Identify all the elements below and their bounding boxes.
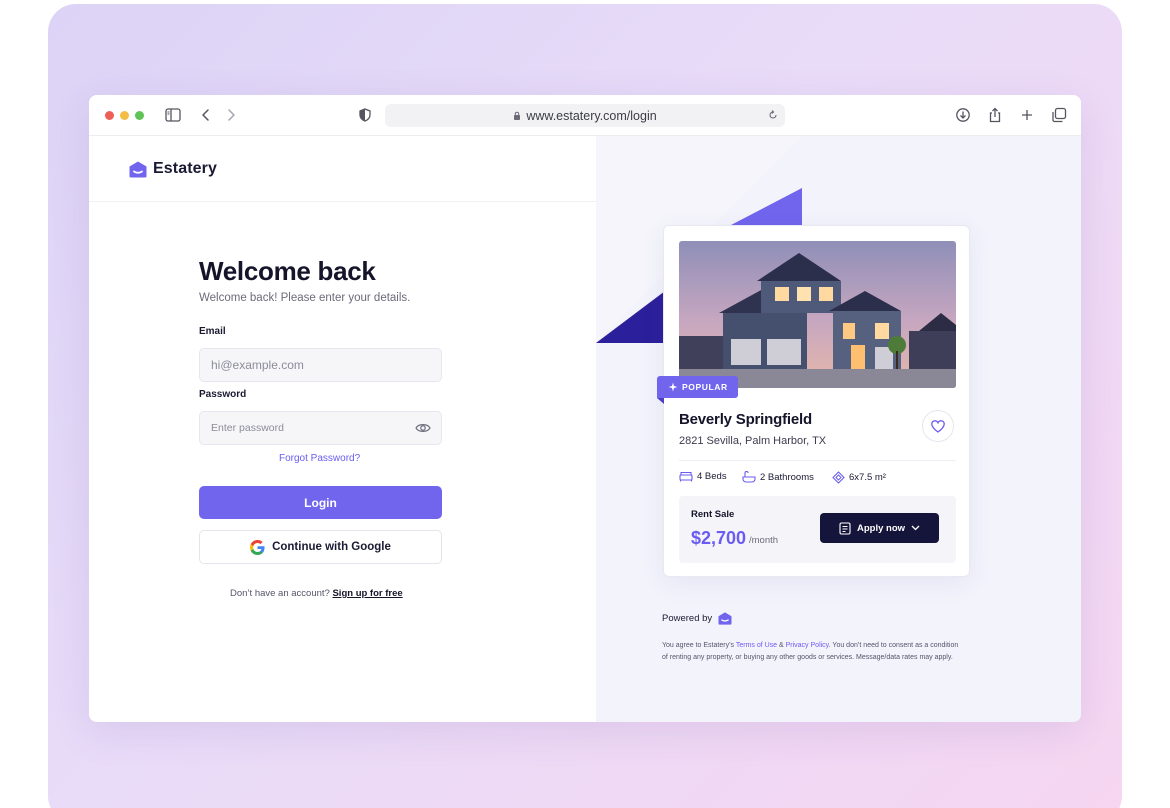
signup-row: Don’t have an account? Sign up for free [230, 588, 403, 599]
header-divider [89, 201, 596, 202]
tabs-icon[interactable] [1050, 106, 1068, 124]
card-divider [679, 460, 956, 461]
powered-by: Powered by [662, 612, 732, 625]
chevron-down-icon [911, 525, 920, 531]
feature-beds-label: 4 Beds [697, 471, 727, 482]
no-account-text: Don’t have an account? [230, 588, 330, 599]
brand-name: Estatery [153, 160, 217, 177]
popular-badge: POPULAR [657, 376, 738, 398]
privacy-link[interactable]: Privacy Policy [786, 642, 829, 649]
bath-icon [742, 471, 756, 483]
email-field[interactable]: hi@example.com [199, 348, 442, 382]
reload-icon[interactable] [767, 107, 779, 123]
sidebar-toggle-icon[interactable] [164, 106, 182, 124]
legal-amp: & [777, 642, 786, 649]
estatery-logo-small [718, 612, 732, 625]
email-label: Email [199, 326, 226, 337]
property-name: Beverly Springfield [679, 411, 812, 428]
feature-area-label: 6x7.5 m² [849, 472, 886, 483]
listing-card[interactable]: POPULAR Beverly Springfield 2821 Sevilla… [657, 225, 970, 577]
close-window-button[interactable] [105, 111, 114, 120]
feature-area: 6x7.5 m² [832, 471, 886, 484]
url-text: www.estatery.com/login [526, 108, 657, 123]
forgot-password-link[interactable]: Forgot Password? [279, 453, 360, 464]
shield-icon[interactable] [356, 106, 374, 124]
password-placeholder: Enter password [211, 422, 284, 434]
rent-label: Rent Sale [691, 509, 735, 520]
powered-by-label: Powered by [662, 613, 713, 624]
document-icon [839, 521, 851, 535]
terms-link[interactable]: Terms of Use [736, 642, 777, 649]
house-photo [679, 241, 956, 388]
badge-fold [657, 398, 664, 404]
property-address: 2821 Sevilla, Palm Harbor, TX [679, 435, 827, 447]
lock-icon [514, 111, 521, 120]
share-icon[interactable] [986, 106, 1004, 124]
apply-now-button[interactable]: Apply now [820, 513, 939, 543]
browser-window: www.estatery.com/login Estatery Welcome … [89, 95, 1081, 722]
google-login-button[interactable]: Continue with Google [199, 530, 442, 564]
feature-beds: 4 Beds [679, 471, 727, 482]
address-bar[interactable]: www.estatery.com/login [385, 104, 785, 127]
chevron-left-icon[interactable] [197, 106, 215, 124]
login-button[interactable]: Login [199, 486, 442, 519]
legal-part-1: You agree to Estatery’s [662, 642, 736, 649]
price-box: Rent Sale $2,700 /month Apply now [679, 496, 956, 563]
area-icon [832, 471, 845, 484]
google-label: Continue with Google [272, 541, 391, 553]
page-subtitle: Welcome back! Please enter your details. [199, 292, 411, 304]
favorite-button[interactable] [922, 410, 954, 442]
login-pane: Estatery Welcome back Welcome back! Plea… [89, 136, 596, 722]
eye-icon[interactable] [415, 421, 431, 435]
google-icon [250, 539, 265, 555]
feature-bathrooms-label: 2 Bathrooms [760, 471, 814, 483]
signup-link[interactable]: Sign up for free [332, 588, 402, 599]
legal-text: You agree to Estatery’s Terms of Use & P… [662, 640, 962, 664]
apply-now-label: Apply now [856, 522, 906, 534]
promo-pane: POPULAR Beverly Springfield 2821 Sevilla… [596, 136, 1081, 722]
heart-icon [931, 419, 945, 433]
brand[interactable]: Estatery [129, 160, 217, 178]
page-title: Welcome back [199, 256, 376, 286]
plus-icon[interactable] [1018, 106, 1036, 124]
price: $2,700 [691, 528, 747, 548]
bed-icon [679, 471, 693, 482]
popular-badge-label: POPULAR [682, 382, 728, 392]
password-field[interactable]: Enter password [199, 411, 442, 445]
download-icon[interactable] [954, 106, 972, 124]
minimize-window-button[interactable] [120, 111, 129, 120]
feature-bathrooms: 2 Bathrooms [742, 471, 814, 483]
email-placeholder: hi@example.com [211, 358, 304, 372]
password-label: Password [199, 389, 247, 400]
chevron-right-icon[interactable] [222, 106, 240, 124]
browser-toolbar: www.estatery.com/login [89, 95, 1081, 136]
estatery-logo [129, 161, 147, 177]
price-period: /month [749, 535, 779, 546]
maximize-window-button[interactable] [135, 111, 144, 120]
sparkle-icon [668, 382, 678, 392]
